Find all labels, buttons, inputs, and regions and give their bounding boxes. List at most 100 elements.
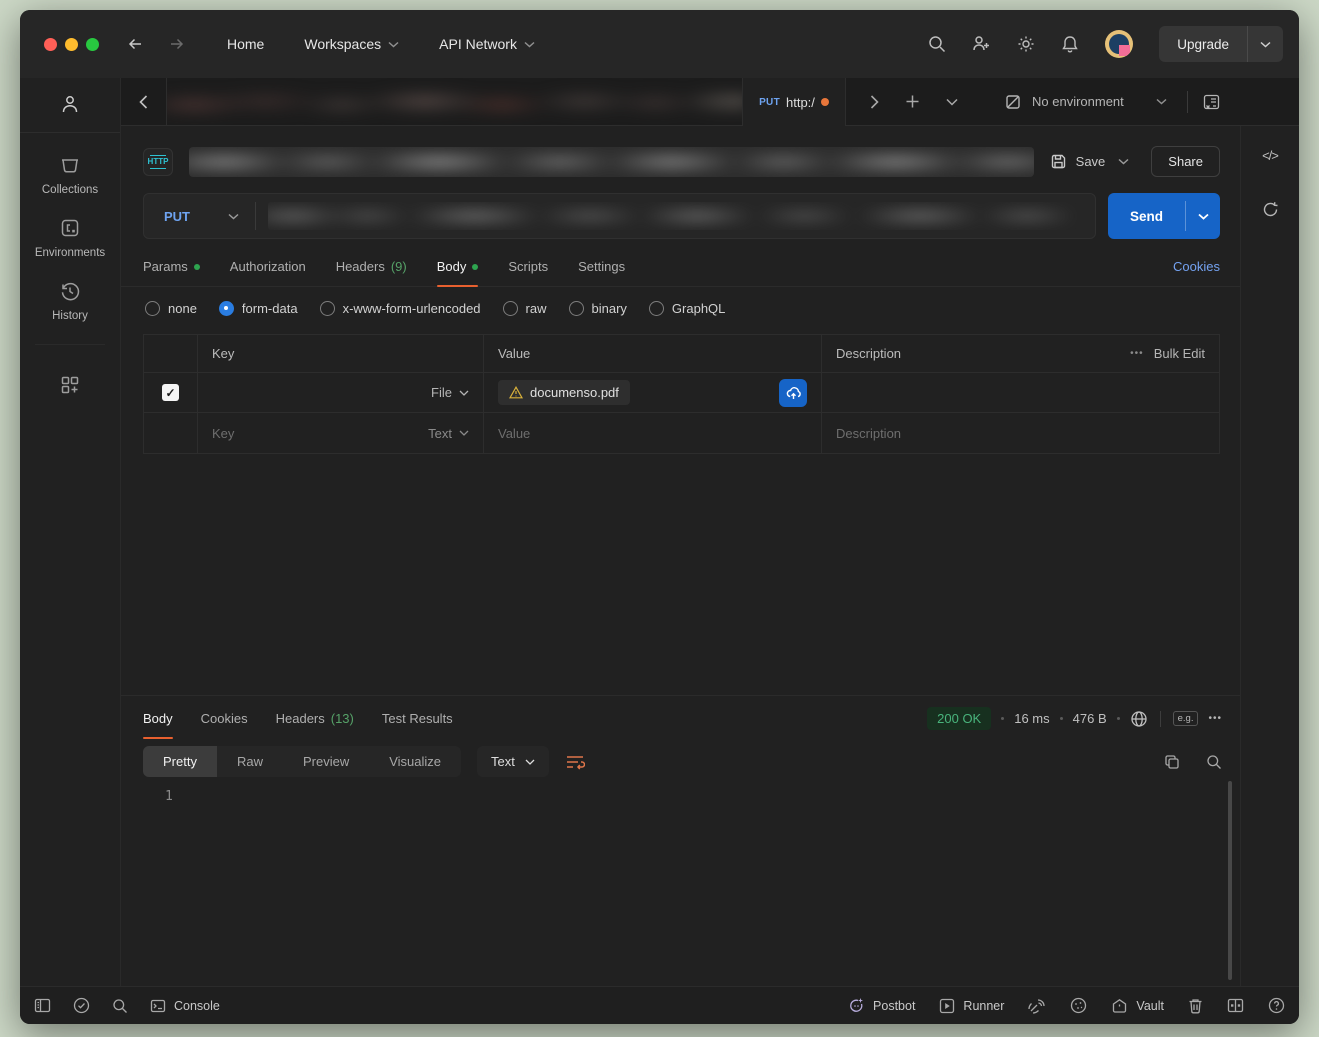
response-body-editor[interactable]: 1 (121, 777, 1240, 986)
value-type-dropdown[interactable]: Text (428, 426, 469, 441)
view-raw[interactable]: Raw (217, 746, 283, 777)
method-chevron-icon[interactable] (228, 213, 239, 220)
save-button[interactable]: Save (1050, 153, 1130, 170)
toggle-sidebar-icon[interactable] (34, 998, 51, 1013)
key-cell[interactable]: File (198, 373, 484, 412)
send-options-chevron-icon[interactable] (1186, 193, 1220, 239)
user-profile-icon[interactable] (58, 92, 82, 132)
back-icon[interactable] (127, 36, 144, 52)
row-checkbox-cell[interactable] (144, 413, 198, 453)
radio-selected-icon (219, 301, 234, 316)
view-preview[interactable]: Preview (283, 746, 369, 777)
url-input[interactable]: PUT (143, 193, 1096, 239)
response-tab-cookies[interactable]: Cookies (201, 711, 248, 738)
value-type-dropdown[interactable]: File (431, 385, 469, 400)
tab-body[interactable]: Body (437, 259, 479, 286)
sidebar-item-environments[interactable]: Environments (35, 196, 105, 259)
help-icon[interactable] (1268, 997, 1285, 1014)
search-icon[interactable] (928, 35, 946, 53)
checks-status-icon[interactable] (73, 997, 90, 1014)
notifications-bell-icon[interactable] (1061, 35, 1079, 54)
response-format-dropdown[interactable]: Text (477, 746, 549, 777)
upgrade-button[interactable]: Upgrade (1159, 37, 1247, 52)
environment-quick-look-icon[interactable] (1202, 78, 1221, 125)
description-cell[interactable]: Description (822, 413, 1219, 453)
view-pretty[interactable]: Pretty (143, 746, 217, 777)
zoom-window-button[interactable] (86, 38, 99, 51)
invite-user-icon[interactable] (972, 35, 991, 53)
blurred-inactive-tabs[interactable] (167, 78, 742, 125)
runner-button[interactable]: Runner (939, 998, 1004, 1014)
file-chip[interactable]: documenso.pdf (498, 380, 630, 405)
wrap-text-icon[interactable] (565, 754, 585, 770)
scroll-tabs-right-icon[interactable] (870, 95, 879, 109)
body-type-binary[interactable]: binary (569, 301, 627, 316)
environment-selector[interactable]: No environment (1004, 78, 1167, 125)
save-options-chevron-icon[interactable] (1118, 158, 1129, 165)
body-type-x-www-form-urlencoded[interactable]: x-www-form-urlencoded (320, 301, 481, 316)
response-tab-body[interactable]: Body (143, 711, 173, 738)
nav-home[interactable]: Home (227, 36, 264, 52)
cookies-link[interactable]: Cookies (1173, 259, 1220, 286)
sidebar-item-history[interactable]: History (52, 259, 88, 322)
split-pane-layout-icon[interactable] (1227, 998, 1244, 1013)
refresh-sync-icon[interactable] (1262, 201, 1279, 218)
tab-options-chevron-icon[interactable] (946, 98, 958, 106)
vault-button[interactable]: Vault (1111, 998, 1164, 1014)
code-snippet-icon[interactable]: </> (1262, 148, 1278, 163)
minimize-window-button[interactable] (65, 38, 78, 51)
tab-scripts[interactable]: Scripts (508, 259, 548, 286)
find-replace-search-icon[interactable] (112, 998, 128, 1014)
chevron-down-icon (388, 41, 399, 48)
response-tab-test-results[interactable]: Test Results (382, 711, 453, 738)
upgrade-dropdown-chevron-icon[interactable] (1248, 41, 1283, 48)
tab-authorization[interactable]: Authorization (230, 259, 306, 286)
sidebar-more-tools-button[interactable] (58, 353, 82, 397)
postbot-button[interactable]: Postbot (848, 997, 915, 1014)
sidebar-item-collections[interactable]: Collections (42, 133, 98, 196)
save-as-example-icon[interactable]: e.g. (1173, 711, 1199, 726)
trash-icon[interactable] (1188, 998, 1203, 1014)
active-request-tab[interactable]: PUT http:/ (742, 78, 846, 126)
view-visualize[interactable]: Visualize (369, 746, 461, 777)
response-tab-headers[interactable]: Headers (13) (276, 711, 354, 738)
blurred-request-name[interactable] (189, 147, 1034, 177)
nav-workspaces[interactable]: Workspaces (304, 36, 399, 52)
settings-gear-icon[interactable] (1017, 35, 1035, 53)
copy-icon[interactable] (1164, 754, 1180, 770)
checkbox-checked[interactable]: ✓ (162, 384, 179, 401)
nav-api-network[interactable]: API Network (439, 36, 535, 52)
cookies-icon[interactable] (1070, 997, 1087, 1014)
tab-settings[interactable]: Settings (578, 259, 625, 286)
body-type-graphql[interactable]: GraphQL (649, 301, 725, 316)
avatar[interactable] (1105, 30, 1133, 58)
search-response-icon[interactable] (1206, 754, 1222, 770)
console-button[interactable]: Console (150, 999, 220, 1013)
tab-headers[interactable]: Headers (9) (336, 259, 407, 286)
save-floppy-icon (1050, 153, 1067, 170)
method-selector[interactable]: PUT (144, 209, 228, 224)
value-cell[interactable]: Value (484, 413, 822, 453)
close-window-button[interactable] (44, 38, 57, 51)
key-cell[interactable]: Key Text (198, 413, 484, 453)
tab-params[interactable]: Params (143, 259, 200, 286)
capture-requests-icon[interactable] (1028, 998, 1046, 1014)
value-cell[interactable]: documenso.pdf (484, 373, 822, 412)
new-tab-plus-icon[interactable] (905, 94, 920, 109)
body-type-form-data[interactable]: form-data (219, 301, 298, 316)
upload-file-button[interactable] (779, 379, 807, 407)
response-options-icon[interactable]: ••• (1208, 713, 1222, 724)
response-size: 476 B (1073, 711, 1107, 726)
scroll-tabs-left-icon[interactable] (121, 78, 167, 125)
body-type-raw[interactable]: raw (503, 301, 547, 316)
vertical-scrollbar[interactable] (1228, 781, 1232, 980)
bulk-edit-button[interactable]: ••• Bulk Edit (1130, 346, 1205, 361)
status-badge[interactable]: 200 OK (927, 707, 991, 730)
body-type-none[interactable]: none (145, 301, 197, 316)
send-button[interactable]: Send (1108, 193, 1185, 239)
share-button[interactable]: Share (1151, 146, 1220, 177)
forward-icon[interactable] (168, 36, 185, 52)
network-globe-icon[interactable] (1130, 710, 1148, 728)
select-all-cell[interactable] (144, 335, 198, 372)
description-cell[interactable] (822, 373, 1219, 412)
